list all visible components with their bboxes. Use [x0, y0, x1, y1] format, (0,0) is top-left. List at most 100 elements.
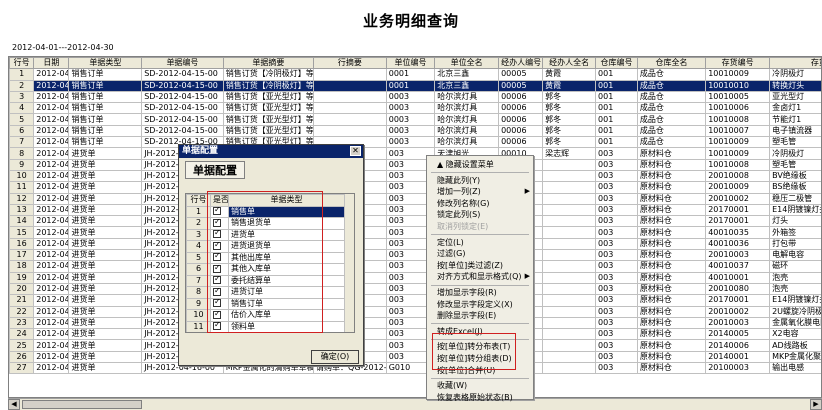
- table-row[interactable]: 242012-04-进货单JH-2012-04-1003东莞嘉宝003原材料仓2…: [9, 328, 821, 341]
- table-row[interactable]: 122012-04-进货单JH-2012-04-1003天津旭光003原材料仓2…: [9, 192, 821, 205]
- column-header[interactable]: 仓库全名: [636, 57, 707, 70]
- column-header[interactable]: 经办人全名: [542, 57, 597, 70]
- table-row[interactable]: 102012-04-进货单JH-2012-04-1003天津旭光003原材料仓2…: [9, 169, 821, 183]
- menu-item-label: ▲ 隐藏设置菜单: [437, 160, 494, 169]
- menu-item[interactable]: 隐藏此列(Y): [427, 175, 533, 186]
- close-icon[interactable]: ✕: [350, 146, 361, 156]
- list-scrollbar[interactable]: [344, 194, 354, 332]
- table-cell: 原材料仓: [636, 294, 707, 307]
- table-row[interactable]: 3 2012-04- 销售订单 SD-2012-04-15-00 销售订货【亚光型灯】等…: [9, 90, 821, 104]
- table-cell: 进货单: [68, 181, 143, 194]
- table-cell: 北京三鑫: [434, 79, 500, 92]
- table-cell: 成品仓: [636, 90, 707, 104]
- horizontal-scrollbar[interactable]: ◀ ▶: [8, 398, 822, 410]
- table-cell: 003: [595, 215, 638, 228]
- column-header[interactable]: 存货编号: [705, 57, 771, 70]
- menu-item[interactable]: 定位(L): [427, 237, 533, 248]
- menu-item[interactable]: 增加显示字段(R): [427, 287, 533, 298]
- table-cell: 001: [595, 79, 638, 92]
- highlight-box: [432, 333, 516, 370]
- table-cell: 003: [595, 328, 638, 341]
- table-row[interactable]: 4 2012-04- 销售订单 SD-2012-04-15-00 销售订货【亚光型灯】等…: [9, 102, 821, 115]
- menu-item-label: 按[单位]类过滤(Z): [437, 260, 503, 270]
- column-header[interactable]: 日期: [33, 57, 70, 70]
- table-cell: 原材料仓: [636, 192, 707, 205]
- table-row[interactable]: 182012-04-进货单JH-2012-04-1003天津旭光003原材料仓4…: [9, 260, 821, 273]
- menu-item[interactable]: 收藏(W): [427, 380, 533, 391]
- table-cell: 0003: [385, 90, 436, 104]
- ok-button[interactable]: 确定(O): [311, 350, 359, 364]
- table-row[interactable]: 27 2012-04- 进货单 JH-2012-04-16-00 MKP金属化的清购单草…: [9, 362, 821, 375]
- table-cell: 销售订货【亚光型灯】等6: [222, 124, 315, 138]
- table-cell: 003: [595, 147, 638, 160]
- table-cell: 20100003: [705, 362, 771, 375]
- table-row[interactable]: 172012-04-进货单JH-2012-04-1003天津旭光003原材料仓2…: [9, 249, 821, 262]
- table-cell: 003: [595, 350, 638, 364]
- tab-doc-config[interactable]: 单据配置: [185, 161, 245, 179]
- menu-item[interactable]: 恢复表格原始状态(B): [427, 392, 533, 403]
- table-cell: 原材料仓: [636, 260, 707, 273]
- table-row[interactable]: 262012-04-进货单JH-2012-04-1003东莞嘉宝003原材料仓2…: [9, 350, 821, 364]
- scroll-right-icon[interactable]: ▶: [810, 399, 822, 410]
- table-row[interactable]: 5 2012-04- 销售订单 SD-2012-04-15-00 销售订货【亚光型灯】等…: [9, 113, 821, 126]
- table-row[interactable]: 1 2012-04- 销售订单 SD-2012-04-15-00 销售订货【冷阴极灯】等…: [9, 68, 821, 81]
- menu-item[interactable]: 过滤(G): [427, 248, 533, 259]
- column-header[interactable]: 仓库编号: [595, 57, 638, 70]
- table-row[interactable]: 192012-04-进货单JH-2012-04-1003东莞嘉宝003原材料仓4…: [9, 271, 821, 284]
- table-row[interactable]: 232012-04-进货单JH-2012-04-1003东莞嘉宝003原材料仓2…: [9, 316, 821, 330]
- detail-grid[interactable]: 行号 日期 单据类型 单据编号 单据摘要 行摘要 单位编号 单位全名 经办人编号 经办人全名 仓库编…: [8, 56, 822, 398]
- table-row[interactable]: 92012-04-进货单JH-2012-04-1003天津旭光003原材料仓10…: [9, 158, 821, 171]
- row-number: 16: [9, 237, 35, 251]
- table-cell: 进货单: [68, 203, 143, 217]
- column-header[interactable]: 单据类型: [68, 57, 143, 70]
- table-row[interactable]: 7 2012-04- 销售订单 SD-2012-04-15-00 销售订货【亚光型灯】等…: [9, 136, 821, 149]
- table-row[interactable]: 132012-04-进货单JH-2012-04-1003天津旭光003原材料仓2…: [9, 203, 821, 217]
- menu-item[interactable]: ▲ 隐藏设置菜单: [427, 159, 533, 170]
- table-cell: 销售订单: [68, 79, 143, 92]
- column-header[interactable]: 单据摘要: [222, 57, 315, 70]
- scrollbar-thumb[interactable]: [22, 400, 142, 409]
- table-cell: 进货单: [68, 316, 143, 330]
- table-row[interactable]: 252012-04-进货单JH-2012-04-1003东莞嘉宝003原材料仓2…: [9, 339, 821, 352]
- column-header[interactable]: 经办人编号: [498, 57, 544, 70]
- table-row[interactable]: 212012-04-进货单JH-2012-04-1003东莞嘉宝003原材料仓2…: [9, 294, 821, 307]
- column-header[interactable]: 行号: [9, 57, 35, 70]
- menu-item[interactable]: 按[单位]类过滤(Z): [427, 260, 533, 271]
- table-row[interactable]: 222012-04-进货单JH-2012-04-1003东莞嘉宝003原材料仓2…: [9, 305, 821, 318]
- dialog-titlebar[interactable]: 单据配置 ✕: [179, 145, 363, 158]
- table-cell: 打包带: [769, 237, 821, 251]
- table-row[interactable]: 142012-04-进货单JH-2012-04-1003天津旭光003原材料仓2…: [9, 215, 821, 228]
- table-row[interactable]: 8 2012-04- 进货单 JH-2012-04-1 003 天津旭光 00010 梁志辉 0…: [9, 147, 821, 160]
- table-cell: 电解电容: [769, 249, 821, 262]
- table-row[interactable]: 162012-04-进货单JH-2012-04-1003天津旭光003原材料仓4…: [9, 237, 821, 251]
- table-cell: [313, 68, 387, 81]
- table-row[interactable]: 112012-04-进货单JH-2012-04-1003天津旭光003原材料仓2…: [9, 181, 821, 194]
- table-cell: 10010005: [705, 90, 771, 104]
- column-header[interactable]: 单据编号: [141, 57, 224, 70]
- menu-item[interactable]: 对齐方式和显示格式(Q) ▶: [427, 271, 533, 282]
- column-header[interactable]: 单位编号: [385, 57, 436, 70]
- menu-item[interactable]: 修改列名称(G): [427, 198, 533, 209]
- table-row[interactable]: 6 2012-04- 销售订单 SD-2012-04-15-00 销售订货【亚光型灯】等…: [9, 124, 821, 138]
- table-row[interactable]: 2 2012-04- 销售订单 SD-2012-04-15-00 销售订货【冷阴极灯】等…: [9, 79, 821, 92]
- menu-item[interactable]: 增加一列(Z) ▶: [427, 186, 533, 197]
- column-header[interactable]: 行摘要: [313, 57, 387, 70]
- table-cell: 原材料仓: [636, 158, 707, 171]
- menu-item[interactable]: 删除显示字段(E): [427, 310, 533, 321]
- table-cell: 成品仓: [636, 113, 707, 126]
- table-cell: 003: [595, 226, 638, 239]
- table-cell: 进货单: [68, 328, 143, 341]
- table-row[interactable]: 202012-04-进货单JH-2012-04-1003东莞嘉宝003原材料仓2…: [9, 282, 821, 296]
- scroll-left-icon[interactable]: ◀: [8, 399, 20, 410]
- menu-item[interactable]: 修改显示字段定义(X): [427, 299, 533, 310]
- column-header[interactable]: 存货全名: [769, 57, 821, 70]
- table-row[interactable]: 152012-04-进货单JH-2012-04-1003天津旭光003原材料仓4…: [9, 226, 821, 239]
- table-cell: [313, 124, 387, 138]
- menu-item[interactable]: 锁定此列(S): [427, 209, 533, 220]
- table-cell: 黄霞: [542, 79, 597, 92]
- table-cell: 2012-04-: [33, 226, 70, 239]
- table-cell: 20010002: [705, 192, 771, 205]
- table-cell: 20010008: [705, 169, 771, 183]
- row-number: 25: [9, 339, 35, 352]
- column-header[interactable]: 单位全名: [434, 57, 500, 70]
